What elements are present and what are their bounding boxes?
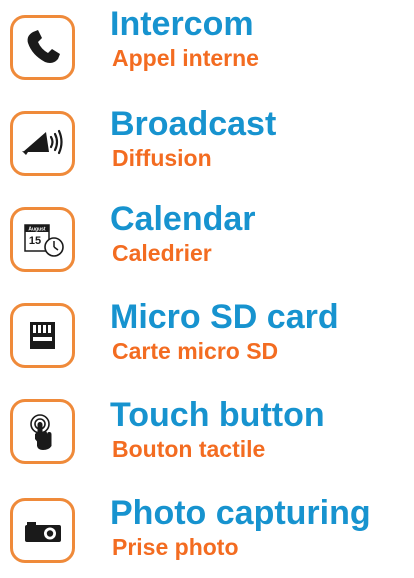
feature-subtitle: Prise photo: [112, 534, 239, 560]
calendar-day-label: 15: [29, 235, 41, 247]
touch-finger-icon: [30, 414, 52, 450]
feature-intercom: Intercom Appel interne: [0, 0, 414, 96]
feature-title: Photo capturing: [110, 494, 371, 532]
feature-broadcast: Broadcast Diffusion: [0, 96, 414, 192]
calendar-clock-icon: August 15: [24, 224, 64, 257]
photo-capturing-icon-frame: [10, 498, 75, 563]
feature-touch-button: Touch button Bouton tactile: [0, 384, 414, 480]
feature-title: Touch button: [110, 396, 325, 434]
micro-sd-icon-frame: [10, 303, 75, 368]
feature-micro-sd-card: Micro SD card Carte micro SD: [0, 288, 414, 384]
calendar-month-label: August: [28, 227, 46, 233]
feature-photo-capturing: Photo capturing Prise photo: [0, 480, 414, 576]
feature-title: Calendar: [110, 200, 256, 238]
feature-subtitle: Bouton tactile: [112, 436, 266, 462]
feature-subtitle: Diffusion: [112, 145, 212, 171]
feature-subtitle: Appel interne: [112, 45, 259, 71]
feature-subtitle: Caledrier: [112, 240, 212, 266]
touch-button-icon-frame: [10, 399, 75, 464]
calendar-icon-frame: August 15: [10, 207, 75, 272]
camera-icon: [25, 522, 61, 542]
intercom-icon-frame: [10, 15, 75, 80]
feature-title: Broadcast: [110, 105, 277, 143]
feature-calendar: August 15 Calendar Caledrier: [0, 192, 414, 288]
feature-subtitle: Carte micro SD: [112, 338, 279, 364]
feature-title: Intercom: [110, 5, 254, 43]
micro-sd-card-icon: [30, 322, 55, 349]
broadcast-icon-frame: [10, 111, 75, 176]
feature-title: Micro SD card: [110, 298, 339, 336]
megaphone-icon: [22, 129, 63, 155]
phone-handset-icon: [27, 30, 60, 63]
